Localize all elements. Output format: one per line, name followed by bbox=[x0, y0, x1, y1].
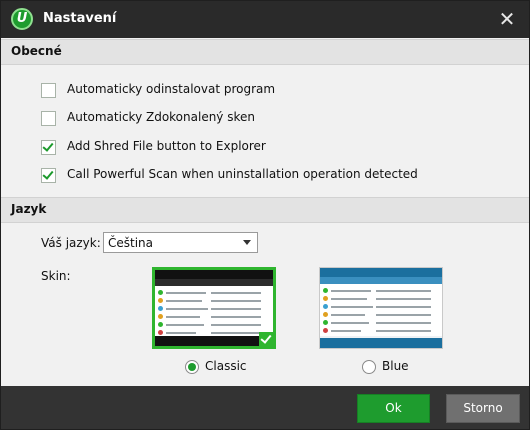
preview-tabs bbox=[155, 279, 273, 286]
ok-button[interactable]: Ok bbox=[357, 394, 430, 423]
powerful-scan-checkbox[interactable] bbox=[41, 168, 56, 183]
powerful-scan-label: Call Powerful Scan when uninstallation o… bbox=[67, 167, 418, 181]
skin-preview-classic[interactable] bbox=[152, 267, 276, 349]
skin-label: Skin: bbox=[41, 269, 71, 283]
preview-titlebar bbox=[320, 268, 442, 277]
auto-uninstall-label: Automaticky odinstalovat program bbox=[67, 82, 276, 96]
chevron-down-icon bbox=[243, 240, 251, 245]
preview-list bbox=[320, 284, 442, 336]
window-title: Nastavení bbox=[43, 11, 117, 26]
auto-advanced-scan-checkbox[interactable] bbox=[41, 111, 56, 126]
title-bar: U Nastavení ✕ bbox=[1, 1, 529, 38]
language-label: Váš jazyk: bbox=[41, 236, 101, 250]
selected-check-icon bbox=[259, 332, 273, 346]
section-general-header: Obecné bbox=[1, 39, 529, 65]
auto-uninstall-checkbox[interactable] bbox=[41, 83, 56, 98]
language-select-value: Čeština bbox=[108, 236, 154, 250]
shred-file-checkbox[interactable] bbox=[41, 140, 56, 155]
preview-footer bbox=[155, 336, 273, 346]
skin-preview-blue[interactable] bbox=[319, 267, 443, 349]
skin-blue-radio[interactable] bbox=[362, 360, 376, 374]
auto-advanced-scan-label: Automaticky Zdokonalený sken bbox=[67, 110, 255, 124]
close-icon[interactable]: ✕ bbox=[495, 7, 519, 31]
skin-classic-label: Classic bbox=[205, 359, 247, 373]
app-logo-icon: U bbox=[11, 8, 33, 30]
preview-titlebar bbox=[155, 270, 273, 279]
skin-classic-radio[interactable] bbox=[185, 360, 199, 374]
section-language-header: Jazyk bbox=[1, 197, 529, 223]
shred-file-label: Add Shred File button to Explorer bbox=[67, 139, 266, 153]
cancel-button[interactable]: Storno bbox=[446, 394, 520, 423]
section-general-title: Obecné bbox=[11, 44, 62, 58]
preview-list bbox=[155, 286, 273, 338]
dialog-footer: Ok Storno bbox=[1, 386, 529, 429]
skin-blue-label: Blue bbox=[382, 359, 409, 373]
language-select[interactable]: Čeština bbox=[103, 232, 258, 253]
settings-dialog: U Nastavení ✕ Obecné Automaticky odinsta… bbox=[0, 0, 530, 430]
section-language-title: Jazyk bbox=[11, 202, 47, 216]
preview-tabs bbox=[320, 277, 442, 284]
preview-footer bbox=[320, 338, 442, 348]
